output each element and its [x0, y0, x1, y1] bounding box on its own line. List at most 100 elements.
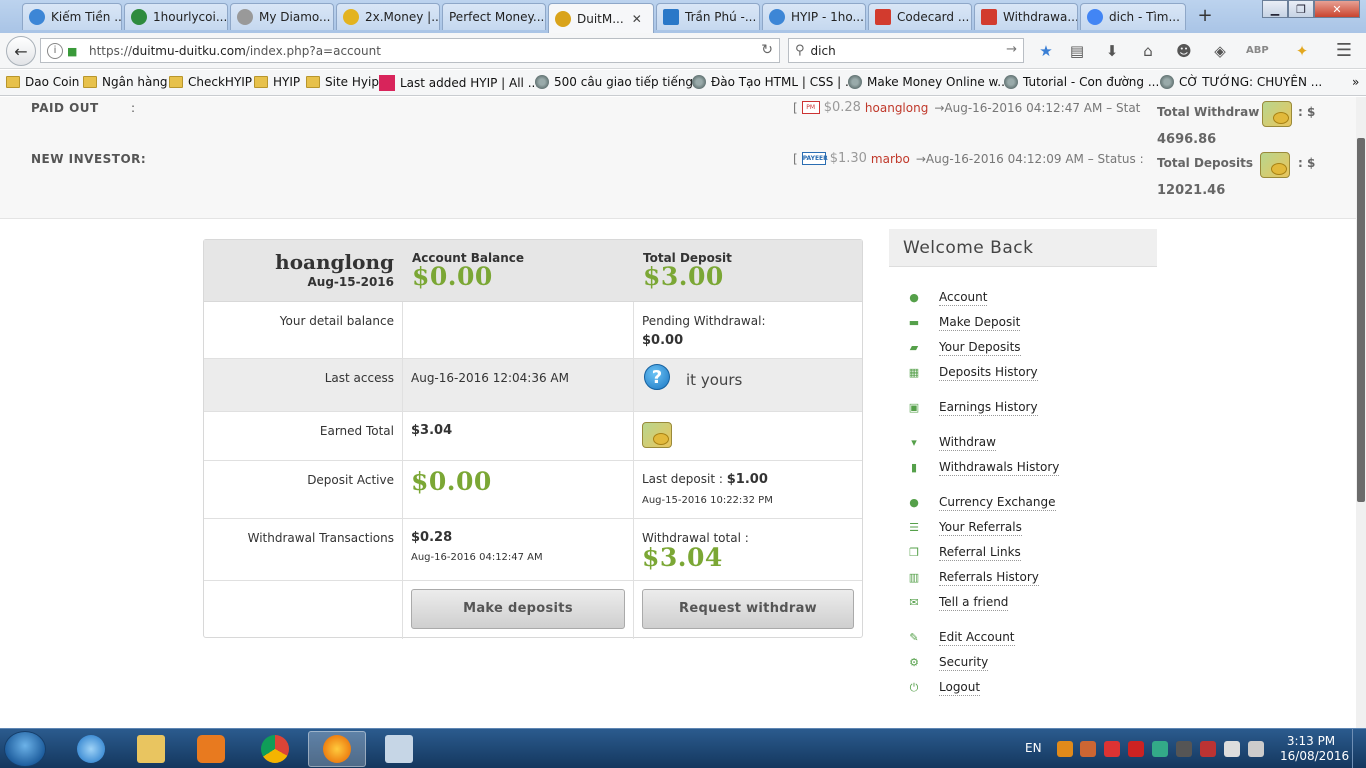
lock-icon: ■ — [67, 44, 78, 58]
tab-perfect-money[interactable]: Perfect Money... — [442, 3, 546, 30]
calculator-taskbar-button[interactable] — [370, 731, 428, 767]
tab-1hourlycoin[interactable]: 1hourlycoi... — [124, 3, 228, 30]
sidebar-item-make-deposit[interactable]: ▬ Make Deposit — [907, 315, 1021, 331]
new-tab-button[interactable]: + — [1194, 6, 1216, 26]
sidebar-item-edit-account[interactable]: ✎ Edit Account — [907, 630, 1015, 646]
sidebar-item-your-referrals[interactable]: ☰ Your Referrals — [907, 520, 1022, 536]
close-tab-icon[interactable]: ✕ — [632, 12, 642, 26]
tab-duitmu[interactable]: DuitM... ✕ — [548, 3, 654, 33]
ticker-bracket: [ — [793, 100, 798, 115]
start-button[interactable] — [4, 731, 46, 767]
bookmark-site-hyip[interactable]: Site Hyip — [306, 75, 379, 89]
tab-withdrawal[interactable]: Withdrawa... — [974, 3, 1078, 30]
adblock-icon[interactable]: ABP — [1246, 41, 1269, 61]
home-icon[interactable]: ⌂ — [1138, 41, 1158, 61]
language-indicator[interactable]: EN — [1025, 741, 1042, 755]
last-access-value: Aug-16-2016 12:04:36 AM — [411, 371, 569, 385]
tab-favicon — [343, 9, 359, 25]
sidebar-item-withdraw[interactable]: ▾ Withdraw — [907, 435, 996, 451]
last-deposit-block: Last deposit : $1.00 — [642, 472, 768, 487]
scrollbar-thumb[interactable] — [1357, 138, 1365, 502]
sidebar-item-earnings-history[interactable]: ▣ Earnings History — [907, 400, 1038, 416]
reload-icon[interactable]: ↻ — [761, 42, 773, 58]
sidebar-item-referrals-history[interactable]: ▥ Referrals History — [907, 570, 1039, 586]
search-input[interactable]: ⚲ dich → — [788, 38, 1024, 63]
withdrawal-tx-value: $0.28 — [411, 530, 453, 545]
sidebar-item-security[interactable]: ⚙ Security — [907, 655, 989, 671]
sidebar-item-tell-a-friend[interactable]: ✉ Tell a friend — [907, 595, 1009, 611]
media-player-taskbar-button[interactable] — [182, 731, 240, 767]
tab-kiem-tien[interactable]: Kiếm Tiền ... — [22, 3, 122, 30]
download-icon[interactable]: ⬇ — [1102, 41, 1122, 61]
firefox-taskbar-button[interactable] — [308, 731, 366, 767]
close-window-button[interactable]: ✕ — [1314, 0, 1360, 18]
bookmark-500-cau[interactable]: 500 câu giao tiếp tiếng... — [535, 75, 705, 89]
tray-app-icon[interactable] — [1200, 741, 1216, 757]
tab-my-diamond[interactable]: My Diamo... — [230, 3, 334, 30]
info-icon[interactable]: i — [47, 42, 63, 59]
make-deposits-button[interactable]: Make deposits — [411, 589, 625, 629]
username: hoanglong — [275, 250, 394, 274]
tab-hyip[interactable]: HYIP - 1ho... — [762, 3, 866, 30]
reading-list-icon[interactable]: ▤ — [1067, 41, 1087, 61]
sidebar-item-logout[interactable]: ⏻ Logout — [907, 680, 981, 696]
sidebar-item-referral-links[interactable]: ❐ Referral Links — [907, 545, 1021, 561]
credit-card-icon: ▬ — [908, 316, 920, 329]
search-value: dich — [810, 43, 836, 58]
sidebar-item-currency-exchange[interactable]: ● Currency Exchange — [907, 495, 1056, 511]
bar-chart-icon: ▥ — [908, 571, 920, 584]
bookmark-dao-coin[interactable]: Dao Coin — [6, 75, 79, 89]
tab-codecard[interactable]: Codecard ... — [868, 3, 972, 30]
back-button[interactable]: ← — [6, 36, 36, 66]
tray-app-icon[interactable] — [1104, 741, 1120, 757]
explorer-taskbar-button[interactable] — [122, 731, 180, 767]
more-bookmarks-button[interactable]: » — [1352, 75, 1359, 89]
bookmark-dao-tao-html[interactable]: Đào Tạo HTML | CSS | ... — [692, 75, 856, 89]
network-icon[interactable] — [1224, 741, 1240, 757]
bookmark-make-money[interactable]: Make Money Online w... — [848, 75, 1009, 89]
ie-taskbar-button[interactable] — [62, 731, 120, 767]
tab-2x-money[interactable]: 2x.Money |... — [336, 3, 440, 30]
chrome-taskbar-button[interactable] — [246, 731, 304, 767]
tab-dich[interactable]: dich - Tìm... — [1080, 3, 1186, 30]
folder-icon — [169, 76, 183, 88]
minimize-button[interactable]: ▁ — [1262, 0, 1288, 18]
bookmark-last-added-hyip[interactable]: Last added HYIP | All ... — [379, 75, 539, 91]
bookmark-co-tuong[interactable]: CỜ TƯỚNG: CHUYÊN ... — [1160, 75, 1322, 89]
tray-app-icon[interactable] — [1057, 741, 1073, 757]
help-icon[interactable]: ? — [644, 364, 670, 390]
volume-icon[interactable] — [1248, 741, 1264, 757]
extension-icon[interactable]: ✦ — [1292, 41, 1312, 61]
maximize-button[interactable]: ❐ — [1288, 0, 1314, 18]
user-block: hoanglong Aug-15-2016 — [275, 250, 394, 289]
tray-app-icon[interactable] — [1176, 741, 1192, 757]
tab-tran-phu[interactable]: Trần Phú -... — [656, 3, 760, 30]
search-go-icon[interactable]: → — [1006, 42, 1017, 57]
clock[interactable]: 3:13 PM 16/08/2016 — [1280, 734, 1349, 764]
sidebar-item-withdrawals-history[interactable]: ▮ Withdrawals History — [907, 460, 1060, 476]
pocket-icon[interactable]: ◈ — [1210, 41, 1230, 61]
tray-shield-icon[interactable] — [1128, 741, 1144, 757]
bookmark-star-icon[interactable]: ★ — [1036, 41, 1056, 61]
sidebar-item-deposits-history[interactable]: ▦ Deposits History — [907, 365, 1038, 381]
bookmark-hyip[interactable]: HYIP — [254, 75, 300, 89]
bookmark-ngan-hang[interactable]: Ngân hàng — [83, 75, 168, 89]
address-bar[interactable]: i ■ https://duitmu-duitku.com/index.php?… — [40, 38, 780, 63]
tray-app-icon[interactable] — [1152, 741, 1168, 757]
sidebar-item-your-deposits[interactable]: ▰ Your Deposits — [907, 340, 1021, 356]
investor-user: marbo — [870, 151, 910, 166]
earned-total-label: Earned Total — [319, 424, 394, 438]
sidebar-item-account[interactable]: ● Account — [907, 290, 988, 306]
globe-icon — [1004, 75, 1018, 89]
chat-icon[interactable]: ☻ — [1174, 41, 1194, 61]
menu-icon[interactable]: ☰ — [1334, 41, 1354, 61]
request-withdraw-button[interactable]: Request withdraw — [642, 589, 854, 629]
account-header: hoanglong Aug-15-2016 Account Balance $0… — [204, 240, 862, 302]
globe-icon — [1160, 75, 1174, 89]
internet-explorer-icon — [77, 735, 105, 763]
bookmark-tutorial[interactable]: Tutorial - Con đường ... — [1004, 75, 1159, 89]
show-desktop-button[interactable] — [1352, 729, 1366, 768]
gmail-icon — [875, 9, 891, 25]
bookmark-checkhyip[interactable]: CheckHYIP — [169, 75, 252, 89]
tray-app-icon[interactable] — [1080, 741, 1096, 757]
